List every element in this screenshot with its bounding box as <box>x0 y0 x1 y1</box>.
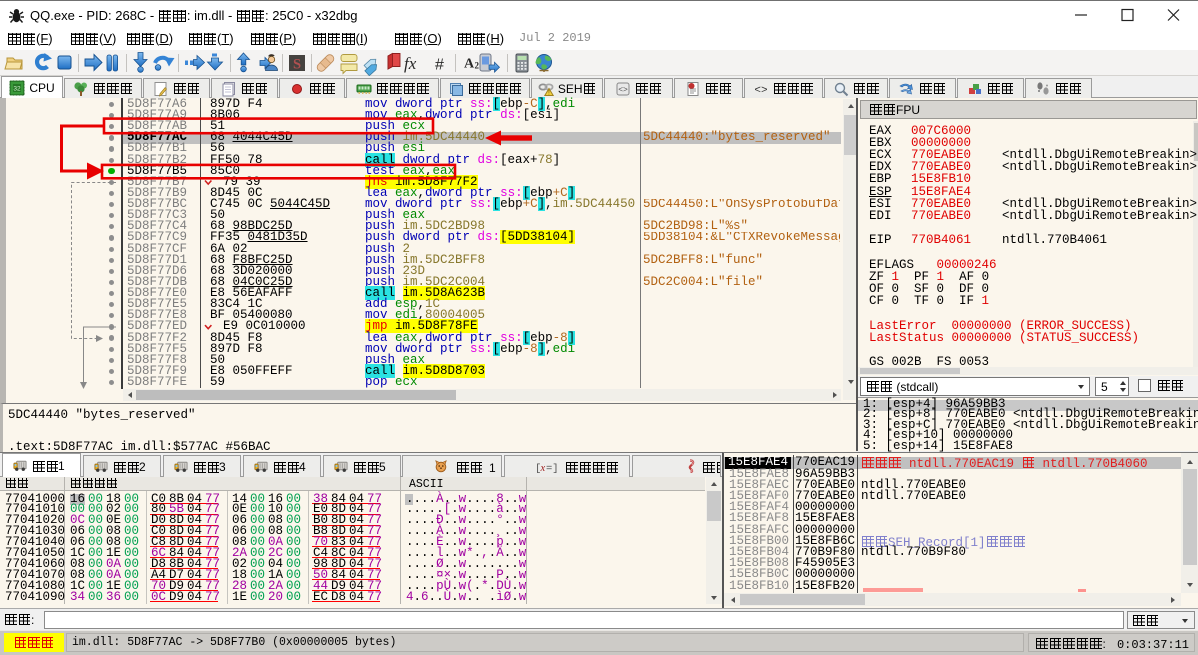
svg-text:S: S <box>293 57 301 73</box>
svg-text:2: 2 <box>475 61 480 71</box>
svg-text:x: x <box>540 463 546 474</box>
svg-text:<>: <> <box>755 85 768 97</box>
svg-text:32: 32 <box>14 85 22 92</box>
svg-text:fx: fx <box>404 54 417 73</box>
svg-text:#: # <box>435 57 444 74</box>
svg-text:=]: =] <box>546 463 558 474</box>
svg-text:<>: <> <box>618 86 628 95</box>
svg-text:A: A <box>464 57 475 72</box>
